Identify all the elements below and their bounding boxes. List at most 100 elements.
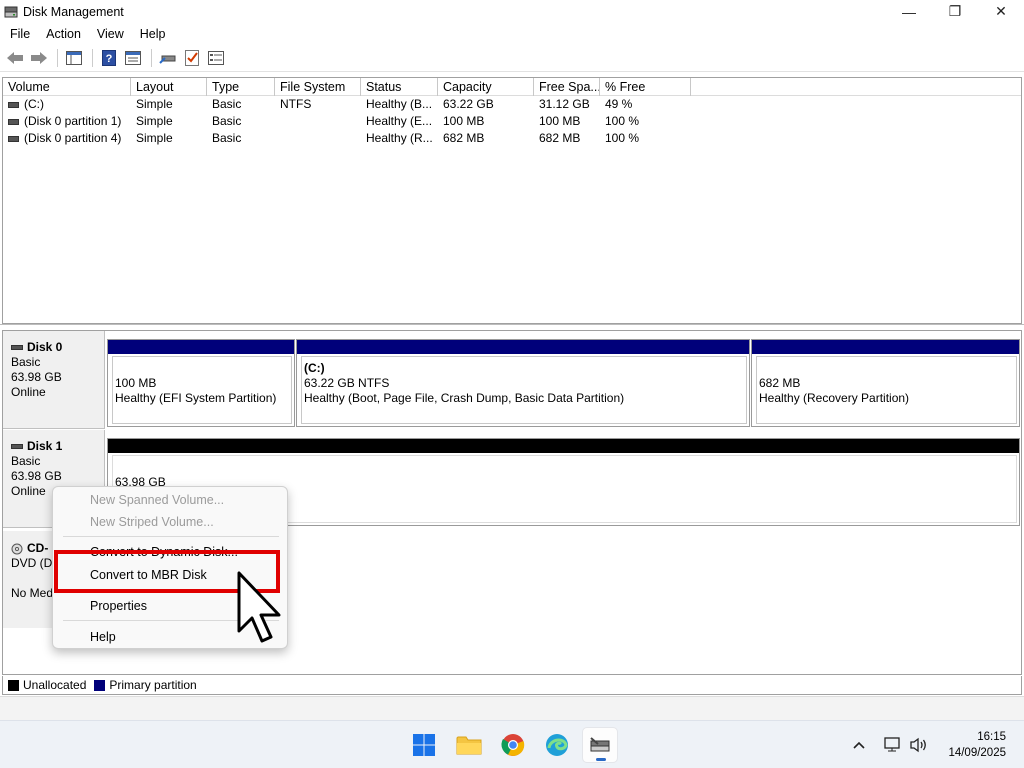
disk-type: Basic <box>11 454 41 468</box>
network-icon[interactable] <box>884 721 902 768</box>
volume-free-space: 31.12 GB <box>539 97 590 111</box>
volume-layout: Simple <box>136 114 173 128</box>
disk-management-app-icon <box>4 6 18 18</box>
volume-drive-icon <box>8 135 19 142</box>
volume-capacity: 100 MB <box>443 114 485 128</box>
file-explorer-icon[interactable] <box>451 727 487 763</box>
primary-partition-bar <box>297 340 749 354</box>
cdrom-icon <box>11 543 23 555</box>
properties-icon[interactable] <box>122 48 144 68</box>
partition-status: Healthy (EFI System Partition) <box>115 391 277 405</box>
column-percent-free[interactable]: % Free <box>600 78 691 96</box>
column-type[interactable]: Type <box>207 78 275 96</box>
volume-name: (Disk 0 partition 1) <box>24 114 122 128</box>
menu-item-properties[interactable]: Properties <box>90 599 147 613</box>
restore-button[interactable]: ❐ <box>932 0 978 23</box>
minimize-button[interactable]: — <box>886 0 932 23</box>
disk-management-icon[interactable] <box>582 727 618 763</box>
cdrom-name: CD- <box>27 541 49 555</box>
disk-size: 63.98 GB <box>11 469 62 483</box>
title-bar: Disk Management — ❐ ✕ <box>0 0 1024 23</box>
menu-action[interactable]: Action <box>38 23 89 45</box>
toolbar-separator <box>151 49 152 67</box>
chrome-icon[interactable] <box>495 727 531 763</box>
partition-efi[interactable]: 100 MB Healthy (EFI System Partition) <box>107 339 295 427</box>
volume-free-space: 682 MB <box>539 131 581 145</box>
volume-free-space: 100 MB <box>539 114 581 128</box>
primary-partition-bar <box>108 340 294 354</box>
show-hide-console-tree-icon[interactable] <box>63 48 85 68</box>
forward-arrow-icon[interactable] <box>28 48 50 68</box>
volume-list[interactable]: Volume Layout Type File System Status Ca… <box>2 77 1022 324</box>
volume-percent-free: 49 % <box>605 97 633 111</box>
disk-icon <box>11 444 23 449</box>
disk-type: Basic <box>11 355 41 369</box>
partition-c[interactable]: (C:) 63.22 GB NTFS Healthy (Boot, Page F… <box>296 339 750 427</box>
partition-title: (C:) <box>304 361 325 375</box>
edge-icon[interactable] <box>539 727 575 763</box>
disk-state: Online <box>11 385 46 399</box>
table-row[interactable]: (Disk 0 partition 4) Simple Basic Health… <box>3 130 1021 147</box>
clock[interactable]: 16:15 14/09/2025 <box>948 729 1006 761</box>
rescan-check-icon[interactable] <box>181 48 203 68</box>
disk-name: Disk 0 <box>27 340 63 354</box>
active-indicator <box>596 758 606 761</box>
help-icon[interactable]: ? <box>98 48 120 68</box>
table-row[interactable]: (C:) Simple Basic NTFS Healthy (B... 63.… <box>3 96 1021 113</box>
volume-percent-free: 100 % <box>605 114 640 128</box>
menu-help[interactable]: Help <box>132 23 174 45</box>
close-button[interactable]: ✕ <box>978 0 1024 23</box>
column-volume[interactable]: Volume <box>3 78 131 96</box>
clock-time: 16:15 <box>977 731 1006 743</box>
pane-splitter[interactable] <box>0 324 1024 328</box>
start-icon[interactable] <box>406 727 442 763</box>
menu-file[interactable]: File <box>2 23 38 45</box>
column-capacity[interactable]: Capacity <box>438 78 534 96</box>
menu-item-help[interactable]: Help <box>90 630 116 644</box>
menu-item-new-spanned-volume: New Spanned Volume... <box>90 493 225 507</box>
volume-status: Healthy (E... <box>366 114 433 128</box>
toolbar-separator <box>92 49 93 67</box>
volume-drive-icon <box>8 101 19 108</box>
connect-drive-icon[interactable] <box>157 48 179 68</box>
disk-name: Disk 1 <box>27 439 63 453</box>
volume-type: Basic <box>212 97 242 111</box>
disk-row-0: Disk 0 Basic 63.98 GB Online 100 MB Heal… <box>3 331 1021 429</box>
menu-item-new-striped-volume: New Striped Volume... <box>90 515 214 529</box>
volume-type: Basic <box>212 131 242 145</box>
toolbar-separator <box>57 49 58 67</box>
menu-bar: File Action View Help <box>0 23 1024 45</box>
legend: Unallocated Primary partition <box>2 676 1022 695</box>
menu-separator <box>63 536 279 537</box>
disk-0-label[interactable]: Disk 0 Basic 63.98 GB Online <box>3 331 105 429</box>
volume-capacity: 682 MB <box>443 131 485 145</box>
volume-layout: Simple <box>136 97 173 111</box>
volume-file-system: NTFS <box>280 97 312 111</box>
volume-status: Healthy (B... <box>366 97 433 111</box>
status-bar <box>0 696 1024 720</box>
svg-text:?: ? <box>106 53 113 65</box>
partition-status: Healthy (Recovery Partition) <box>759 391 910 405</box>
chevron-up-icon[interactable] <box>852 721 866 768</box>
unallocated-swatch <box>8 679 19 691</box>
clock-date: 14/09/2025 <box>948 747 1006 759</box>
column-free-space[interactable]: Free Spa... <box>534 78 600 96</box>
partition-status: Healthy (Boot, Page File, Crash Dump, Ba… <box>304 391 625 405</box>
volume-icon[interactable] <box>909 721 929 768</box>
table-row[interactable]: (Disk 0 partition 1) Simple Basic Health… <box>3 113 1021 130</box>
primary-partition-bar <box>752 340 1019 354</box>
column-layout[interactable]: Layout <box>131 78 207 96</box>
volume-file-system <box>275 130 361 147</box>
back-arrow-icon[interactable] <box>4 48 26 68</box>
disk-icon <box>11 345 23 350</box>
volume-file-system <box>275 113 361 130</box>
partition-recovery[interactable]: 682 MB Healthy (Recovery Partition) <box>751 339 1020 427</box>
volume-status: Healthy (R... <box>366 131 433 145</box>
column-status[interactable]: Status <box>361 78 438 96</box>
legend-unallocated: Unallocated <box>23 678 87 692</box>
column-file-system[interactable]: File System <box>275 78 361 96</box>
settings-list-icon[interactable] <box>205 48 227 68</box>
volume-percent-free: 100 % <box>605 131 640 145</box>
menu-view[interactable]: View <box>89 23 132 45</box>
taskbar: 16:15 14/09/2025 <box>0 720 1024 768</box>
